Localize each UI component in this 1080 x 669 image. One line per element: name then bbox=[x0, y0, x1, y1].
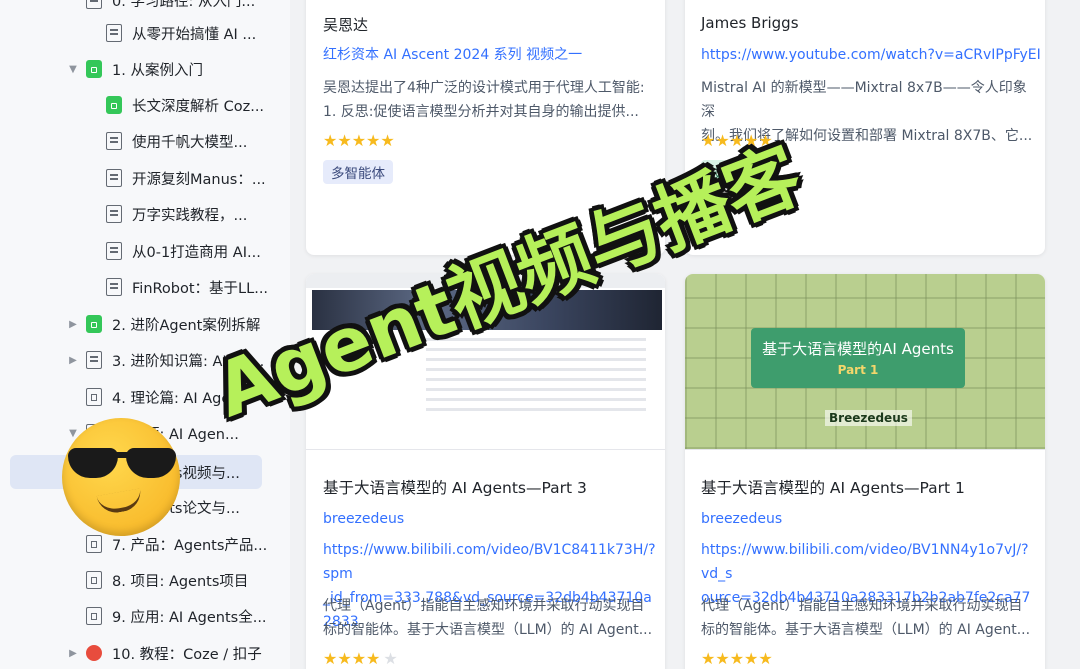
rating-stars: ★★★★★ bbox=[323, 649, 398, 668]
sidebar-item[interactable]: 8. 项目: Agents项目 bbox=[66, 563, 248, 597]
document-icon bbox=[86, 351, 102, 369]
document-icon bbox=[106, 132, 122, 150]
sidebar-item-label: 10. 教程：Coze / 扣子 bbox=[112, 646, 262, 663]
sidebar-item-label: 使用千帆大模型... bbox=[132, 134, 248, 151]
sidebar-item-label: 1. 从案例入门 bbox=[112, 62, 203, 79]
folder-icon bbox=[86, 388, 102, 406]
folder-icon bbox=[86, 571, 102, 589]
sidebar-item[interactable]: FinRobot：基于LL... bbox=[86, 270, 268, 304]
folder-icon bbox=[86, 607, 102, 625]
board-icon bbox=[106, 96, 122, 114]
document-icon bbox=[106, 242, 122, 260]
sidebar-item[interactable]: 7. 产品：Agents产品... bbox=[66, 527, 267, 561]
sidebar-item-label: 开源复刻Manus：... bbox=[132, 171, 266, 188]
card-link-line-1: https://www.bilibili.com/video/BV1NN4y1o… bbox=[701, 542, 1029, 582]
sidebar-item[interactable]: 使用千帆大模型... bbox=[86, 124, 247, 158]
thumbnail-author: Breezedeus bbox=[825, 410, 912, 426]
thumbnail-part: Part 1 bbox=[837, 363, 879, 377]
thumbnail-title: 基于大语言模型的AI Agents bbox=[762, 340, 954, 358]
card-title[interactable]: 基于大语言模型的 AI Agents—Part 1 bbox=[701, 476, 965, 498]
board-icon bbox=[86, 315, 102, 333]
video-thumbnail[interactable]: 基于大语言模型的AI Agents Part 1 Breezedeus bbox=[685, 274, 1045, 450]
card-description-line-2: 标的智能体。基于大语言模型（LLM）的 AI Agent... bbox=[701, 622, 1031, 638]
document-icon bbox=[106, 278, 122, 296]
card-description: 代理（Agent）指能自主感知环境并采取行动实现目 标的智能体。基于大语言模型（… bbox=[701, 594, 1036, 642]
document-icon bbox=[106, 24, 122, 42]
card-description: 吴恩达提出了4种广泛的设计模式用于代理人工智能: 1. 反思:促使语言模型分析并… bbox=[323, 76, 653, 124]
stars-empty: ★ bbox=[383, 649, 398, 668]
sidebar-item[interactable]: 开源复刻Manus：... bbox=[86, 161, 266, 195]
rating-stars: ★★★★★ bbox=[323, 131, 395, 150]
card-author-link[interactable]: breezedeus bbox=[701, 507, 782, 531]
stars-filled: ★★★★ bbox=[323, 649, 381, 668]
sidebar-item[interactable]: 万字实践教程，... bbox=[86, 197, 247, 231]
sidebar-item-label: 万字实践教程，... bbox=[132, 207, 248, 224]
card-author: 吴恩达 bbox=[323, 16, 369, 34]
right-lens bbox=[126, 448, 176, 478]
card-description-line-1: 代理（Agent）指能自主感知环境并采取行动实现目 bbox=[701, 598, 1023, 614]
document-icon bbox=[86, 0, 102, 9]
resource-card-4[interactable]: 基于大语言模型的AI Agents Part 1 Breezedeus 基于大语… bbox=[685, 274, 1045, 669]
sidebar-item[interactable]: ▼ 1. 从案例入门 bbox=[66, 52, 203, 86]
thumbnail-text-lines bbox=[426, 338, 646, 418]
sidebar-item[interactable]: 从零开始搞懂 AI ... bbox=[86, 16, 256, 50]
board-icon bbox=[86, 60, 102, 78]
sidebar-item-label: 9. 应用: AI Agents全... bbox=[112, 609, 267, 626]
card-description-line-2: 标的智能体。基于大语言模型（LLM）的 AI Agent... bbox=[323, 622, 653, 638]
sidebar-item-label: FinRobot：基于LL... bbox=[132, 280, 269, 297]
app-logo-icon bbox=[86, 645, 102, 661]
sunglasses-emoji-icon bbox=[62, 418, 180, 536]
sidebar-item-label: 从0-1打造商用 AI... bbox=[132, 244, 261, 261]
card-author-link[interactable]: breezedeus bbox=[323, 507, 404, 531]
sidebar-item-label: 从零开始搞懂 AI ... bbox=[132, 26, 257, 43]
chevron-right-icon[interactable]: ▶ bbox=[66, 648, 80, 659]
chevron-down-icon[interactable]: ▼ bbox=[66, 64, 80, 75]
chevron-right-icon[interactable]: ▶ bbox=[66, 319, 80, 330]
smile-mouth bbox=[96, 488, 144, 516]
category-tag[interactable]: 多智能体 bbox=[323, 160, 393, 184]
sidebar-item-label: 8. 项目: Agents项目 bbox=[112, 573, 249, 590]
sidebar-item-label: 7. 产品：Agents产品... bbox=[112, 537, 268, 554]
card-description: 代理（Agent）指能自主感知环境并采取行动实现目 标的智能体。基于大语言模型（… bbox=[323, 594, 658, 642]
sidebar-item[interactable]: ▶ 10. 教程：Coze / 扣子 bbox=[66, 636, 262, 669]
card-description-line-1: 代理（Agent）指能自主感知环境并采取行动实现目 bbox=[323, 598, 645, 614]
sidebar-item[interactable]: 9. 应用: AI Agents全... bbox=[66, 599, 267, 633]
document-icon bbox=[106, 205, 122, 223]
sidebar-item[interactable]: 从0-1打造商用 AI... bbox=[86, 234, 261, 268]
sunglasses-icon bbox=[64, 448, 178, 478]
chevron-right-icon[interactable]: ▶ bbox=[66, 355, 80, 366]
card-link-line-1: https://www.bilibili.com/video/BV1C8411k… bbox=[323, 542, 656, 582]
sidebar-item-label: 长文深度解析 Coz... bbox=[132, 98, 265, 115]
card-link[interactable]: https://www.youtube.com/watch?v=aCRvIPpF… bbox=[701, 43, 1041, 67]
card-description-line-2: 1. 反思:促使语言模型分析并对其自身的输出提供... bbox=[323, 104, 639, 120]
document-icon bbox=[106, 169, 122, 187]
folder-icon bbox=[86, 535, 102, 553]
sidebar-item[interactable]: 长文深度解析 Coz... bbox=[86, 88, 264, 122]
card-title[interactable]: 基于大语言模型的 AI Agents—Part 3 bbox=[323, 476, 587, 498]
sidebar-item[interactable]: 0. 学习路径: 从入门... bbox=[66, 0, 255, 17]
card-link[interactable]: 红杉资本 AI Ascent 2024 系列 视频之一 bbox=[323, 43, 582, 67]
rating-stars: ★★★★★ bbox=[701, 649, 773, 668]
thumbnail-banner: 基于大语言模型的AI Agents Part 1 bbox=[751, 328, 965, 388]
card-description-line-1: 吴恩达提出了4种广泛的设计模式用于代理人工智能: bbox=[323, 80, 645, 96]
card-author: James Briggs bbox=[701, 14, 799, 32]
sidebar-item-label: 0. 学习路径: 从入门... bbox=[112, 0, 256, 10]
